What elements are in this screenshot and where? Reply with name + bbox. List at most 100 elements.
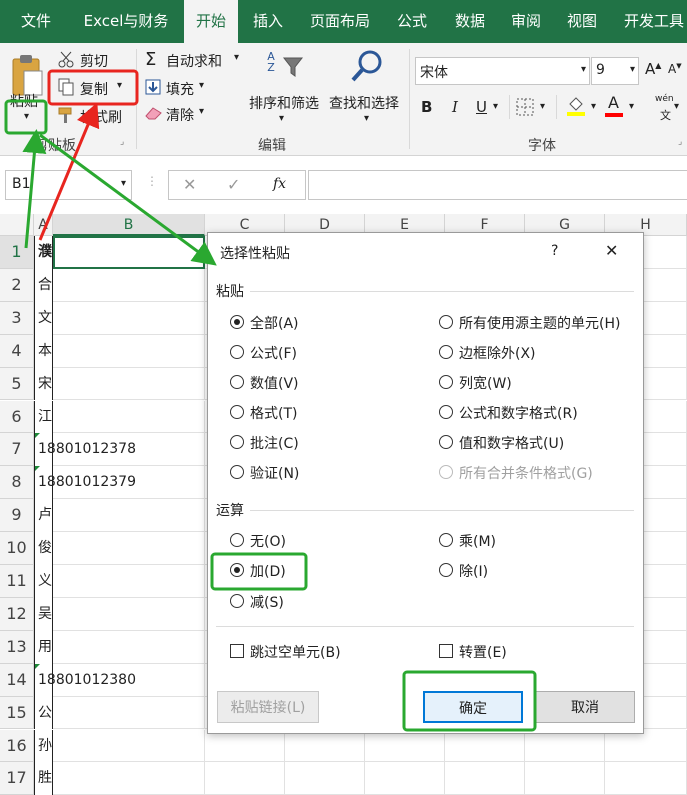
cell-a[interactable]: 18801012378 xyxy=(34,433,136,467)
cell-a[interactable]: 江 xyxy=(34,400,53,434)
cell[interactable] xyxy=(53,433,205,467)
radio-operation-none[interactable] xyxy=(230,533,244,547)
fill-color-icon[interactable] xyxy=(566,95,586,117)
cell[interactable] xyxy=(285,762,365,795)
row-header[interactable]: 6 xyxy=(0,400,34,434)
cell-a[interactable]: 卢 xyxy=(34,499,53,533)
label-paste-all[interactable]: 全部(A) xyxy=(250,313,299,333)
insert-function-icon[interactable]: fx xyxy=(273,176,286,192)
cell[interactable] xyxy=(525,762,605,795)
font-color-dropdown-arrow[interactable]: ▾ xyxy=(629,101,634,112)
label-operation-add[interactable]: 加(D) xyxy=(250,561,286,581)
row-header[interactable]: 16 xyxy=(0,729,34,763)
cut-button[interactable]: 剪切 xyxy=(80,51,108,71)
radio-paste-source-theme[interactable] xyxy=(439,315,453,329)
radio-paste-validation[interactable] xyxy=(230,465,244,479)
copy-dropdown-arrow[interactable]: ▾ xyxy=(117,80,122,91)
fill-dropdown-arrow[interactable]: ▾ xyxy=(199,80,204,91)
ok-button[interactable]: 确定 xyxy=(423,691,523,723)
select-all-corner[interactable] xyxy=(0,214,34,236)
row-header[interactable]: 2 xyxy=(0,268,34,302)
find-select-dropdown-arrow[interactable]: ▾ xyxy=(364,113,369,124)
borders-icon[interactable] xyxy=(516,98,534,116)
font-grow-icon[interactable]: A▲ xyxy=(645,60,661,78)
label-paste-column-widths[interactable]: 列宽(W) xyxy=(459,373,512,393)
radio-paste-formats[interactable] xyxy=(230,405,244,419)
tab-review[interactable]: 审阅 xyxy=(502,0,550,43)
tab-developer[interactable]: 开发工具 xyxy=(614,0,687,43)
cell-a[interactable]: 18801012379 xyxy=(34,466,136,500)
row-header[interactable]: 10 xyxy=(0,532,34,565)
row-header[interactable]: 9 xyxy=(0,499,34,533)
label-paste-comments[interactable]: 批注(C) xyxy=(250,433,299,453)
row-header[interactable]: 12 xyxy=(0,597,34,631)
cell-a[interactable]: 公 xyxy=(34,696,53,730)
radio-paste-all[interactable] xyxy=(230,315,244,329)
cell[interactable] xyxy=(53,729,205,763)
copy-button[interactable]: 复制 xyxy=(80,79,108,99)
cell[interactable] xyxy=(205,762,285,795)
font-name-combobox[interactable]: 宋体 ▾ xyxy=(415,57,590,85)
radio-paste-values-number-formats[interactable] xyxy=(439,435,453,449)
borders-dropdown-arrow[interactable]: ▾ xyxy=(540,101,545,112)
clear-dropdown-arrow[interactable]: ▾ xyxy=(199,106,204,117)
cell-a[interactable]: 俊 xyxy=(34,532,53,565)
fill-color-dropdown-arrow[interactable]: ▾ xyxy=(591,101,596,112)
find-select-button[interactable]: 查找和选择 xyxy=(329,93,399,113)
label-paste-validation[interactable]: 验证(N) xyxy=(250,463,299,483)
cell[interactable] xyxy=(365,729,445,763)
cell[interactable] xyxy=(53,268,205,302)
radio-paste-no-borders[interactable] xyxy=(439,345,453,359)
cell[interactable] xyxy=(53,532,205,565)
tab-insert[interactable]: 插入 xyxy=(244,0,292,43)
label-operation-none[interactable]: 无(O) xyxy=(250,531,286,551)
cell[interactable] xyxy=(53,334,205,368)
cell-a[interactable]: 义 xyxy=(34,565,53,598)
row-header[interactable]: 14 xyxy=(0,663,34,697)
radio-operation-multiply[interactable] xyxy=(439,533,453,547)
label-paste-values[interactable]: 数值(V) xyxy=(250,373,299,393)
radio-operation-subtract[interactable] xyxy=(230,594,244,608)
column-header-a[interactable]: A xyxy=(34,214,53,236)
radio-paste-values[interactable] xyxy=(230,375,244,389)
label-paste-no-borders[interactable]: 边框除外(X) xyxy=(459,343,536,363)
underline-button[interactable]: U xyxy=(476,98,487,116)
name-box-dropdown-arrow[interactable]: ▾ xyxy=(121,178,126,189)
row-header[interactable]: 11 xyxy=(0,565,34,598)
cell[interactable] xyxy=(445,729,525,763)
bold-button[interactable]: B xyxy=(421,98,432,116)
fill-button[interactable]: 填充 xyxy=(166,79,194,99)
row-header[interactable]: 1 xyxy=(0,236,34,269)
label-skip-blanks[interactable]: 跳过空单元(B) xyxy=(250,642,341,662)
clear-button[interactable]: 清除 xyxy=(166,105,194,125)
row-header[interactable]: 7 xyxy=(0,433,34,467)
label-operation-subtract[interactable]: 减(S) xyxy=(250,592,284,612)
radio-paste-formulas-number-formats[interactable] xyxy=(439,405,453,419)
cell[interactable] xyxy=(53,663,205,697)
cell[interactable] xyxy=(53,565,205,598)
label-paste-source-theme[interactable]: 所有使用源主题的单元(H) xyxy=(459,313,620,333)
cell-a[interactable]: 18801012380 xyxy=(34,663,136,697)
label-operation-divide[interactable]: 除(I) xyxy=(459,561,488,581)
autosum-button[interactable]: 自动求和 xyxy=(166,51,222,71)
font-color-icon[interactable]: A xyxy=(608,93,619,112)
clipboard-launcher-icon[interactable]: ⌟ xyxy=(120,137,124,147)
cell-a[interactable]: 文 xyxy=(34,301,53,335)
tab-formulas[interactable]: 公式 xyxy=(388,0,436,43)
formula-input[interactable] xyxy=(308,170,687,200)
cell[interactable] xyxy=(53,301,205,335)
tab-data[interactable]: 数据 xyxy=(446,0,494,43)
cell[interactable] xyxy=(205,729,285,763)
sort-filter-button[interactable]: 排序和筛选 xyxy=(249,93,319,113)
cell[interactable] xyxy=(53,630,205,664)
active-cell-b1[interactable] xyxy=(53,236,205,269)
format-painter-button[interactable]: 格式刷 xyxy=(80,107,122,127)
cell[interactable] xyxy=(365,762,445,795)
underline-dropdown-arrow[interactable]: ▾ xyxy=(493,101,498,112)
enter-check-icon[interactable]: ✓ xyxy=(227,175,240,194)
row-header[interactable]: 15 xyxy=(0,696,34,730)
radio-operation-add[interactable] xyxy=(230,563,244,577)
cell[interactable] xyxy=(53,597,205,631)
phonetic-guide-icon[interactable]: wén xyxy=(655,94,674,104)
tab-home[interactable]: 开始 xyxy=(184,0,238,44)
